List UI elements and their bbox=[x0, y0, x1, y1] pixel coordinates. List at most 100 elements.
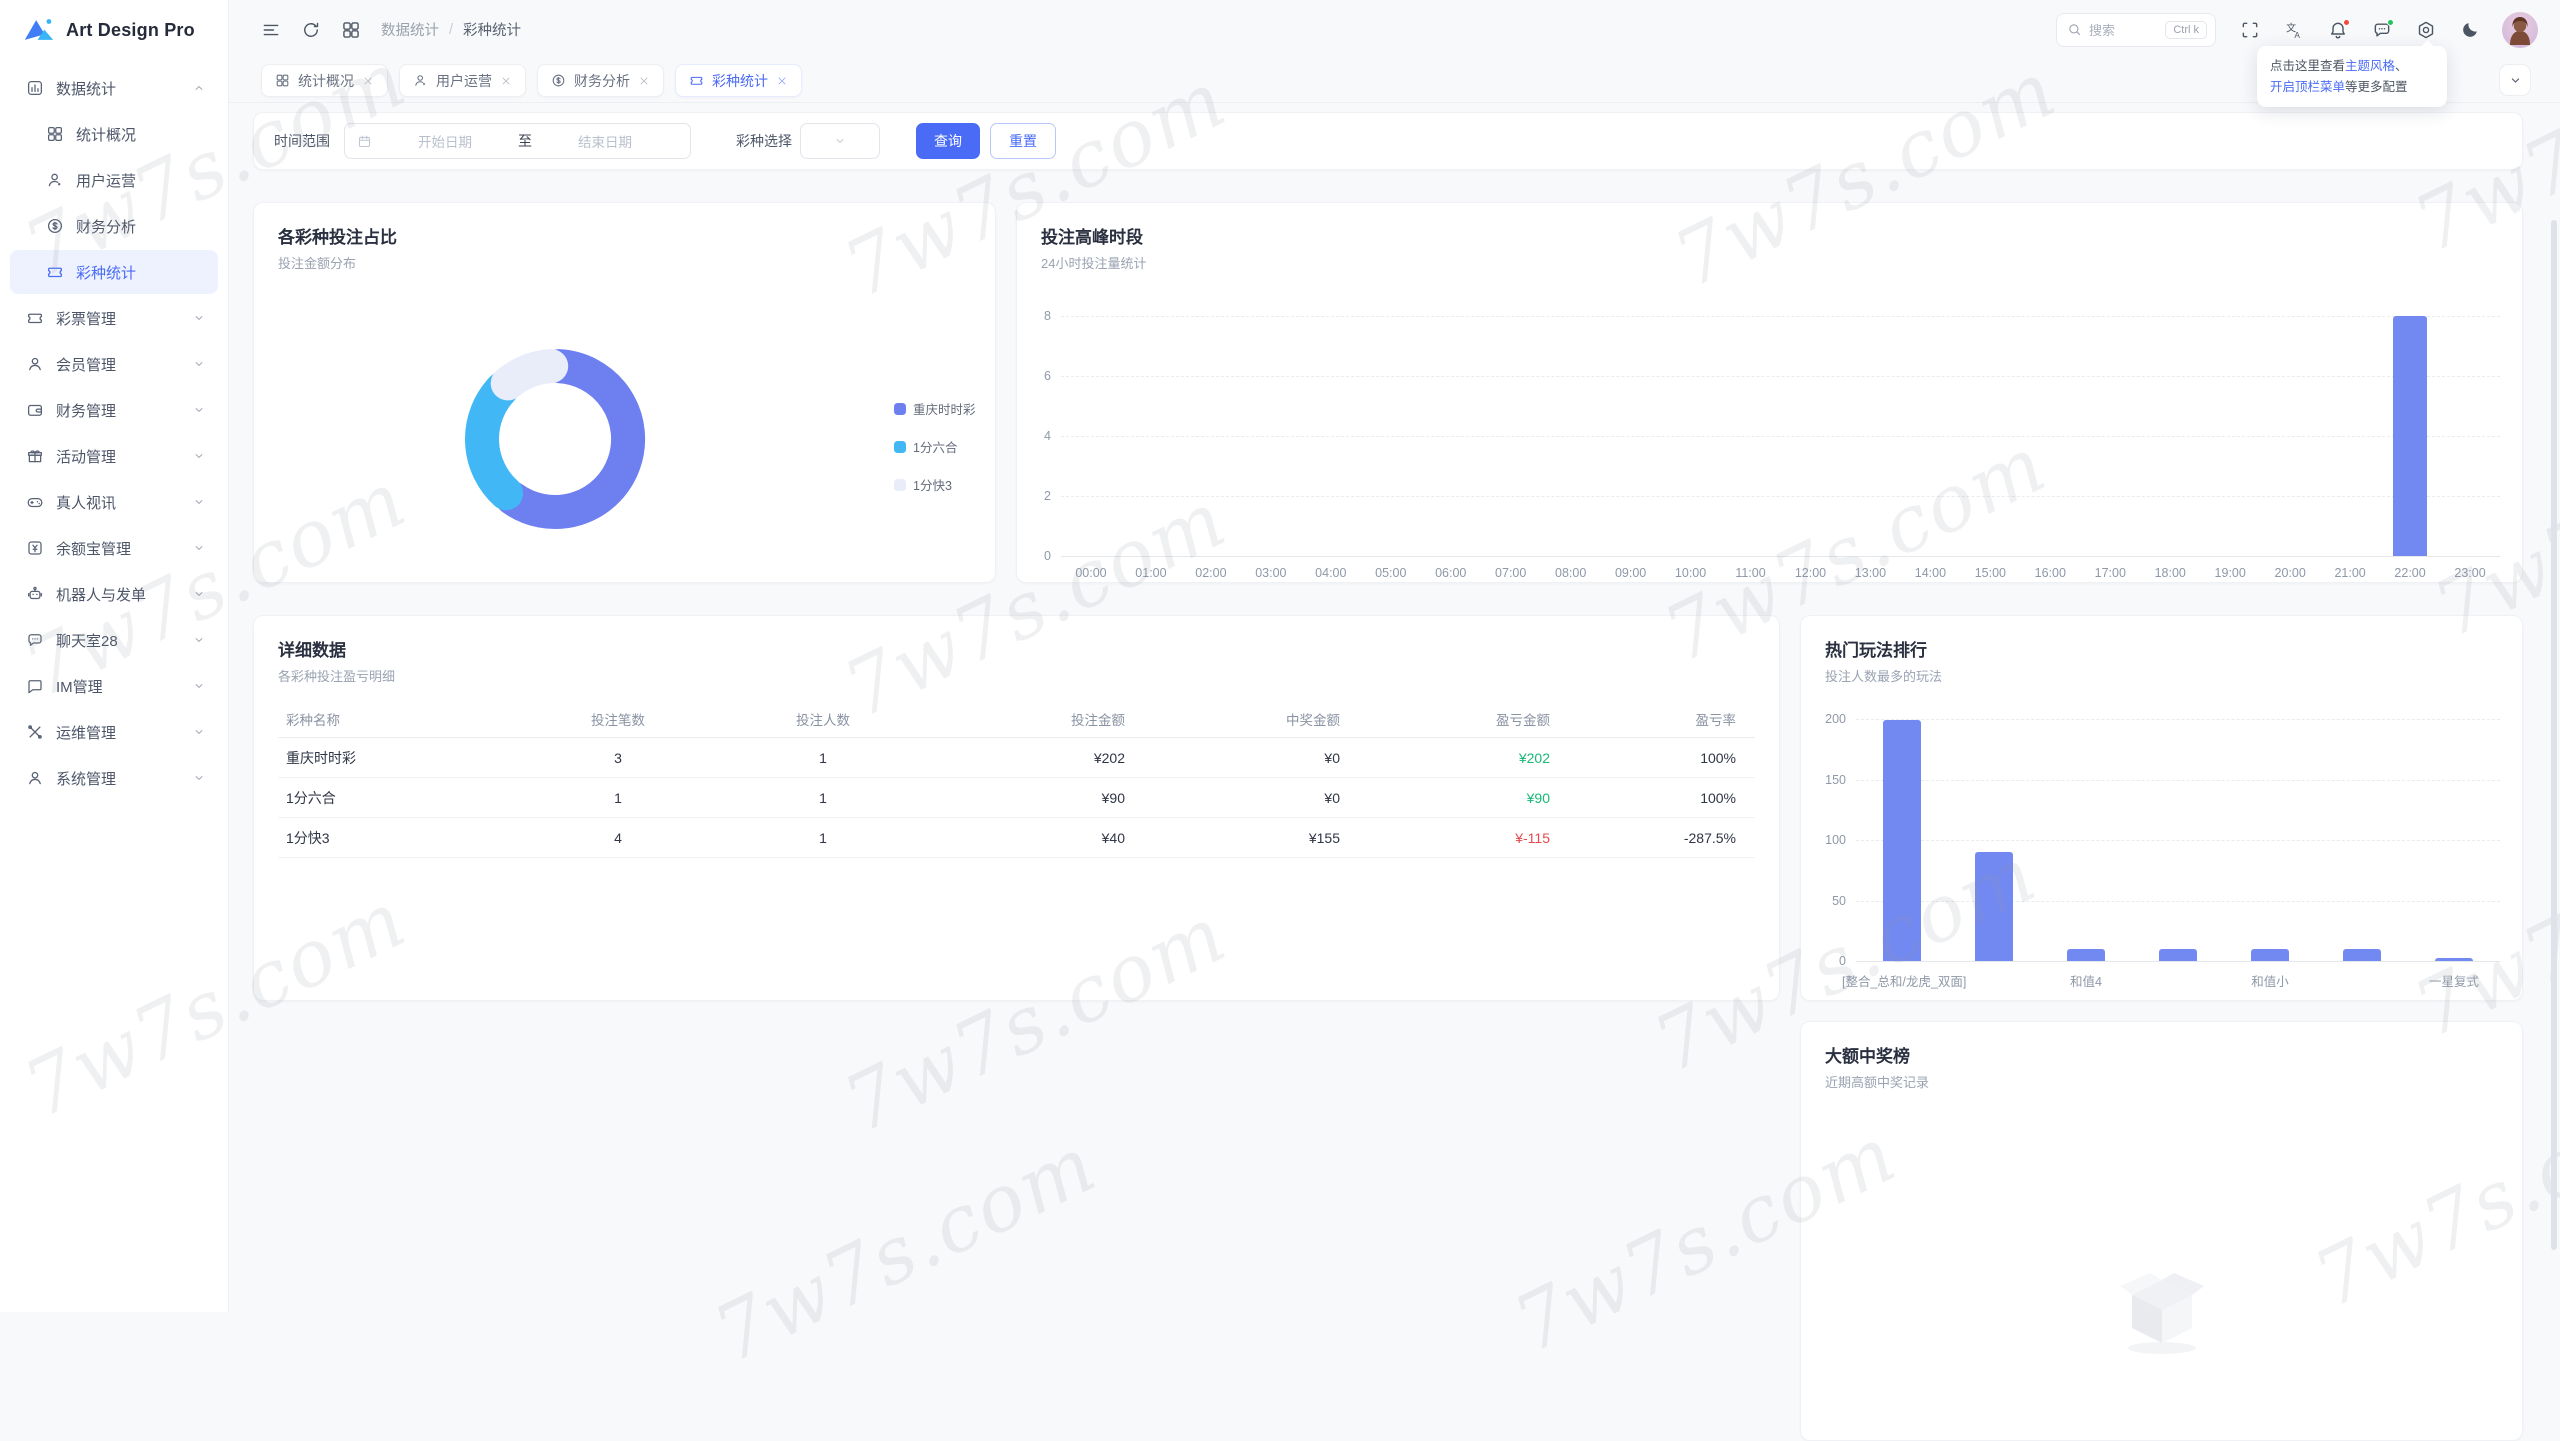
app-logo[interactable]: Art Design Pro bbox=[0, 0, 228, 60]
detail-table: 彩种名称 投注笔数 投注人数 投注金额 中奖金额 盈亏金额 盈亏率 重庆时时彩 … bbox=[278, 700, 1755, 858]
sidebar-item-lottery-stats[interactable]: 彩种统计 bbox=[10, 250, 218, 294]
cell-user-count: 1 bbox=[688, 790, 958, 806]
sidebar-item-user-operation[interactable]: 用户运营 bbox=[10, 158, 218, 202]
chevron-up-icon bbox=[192, 81, 206, 95]
translate-icon bbox=[2284, 20, 2304, 40]
y-axis-label: 0 bbox=[1810, 954, 1846, 968]
y-axis-label: 50 bbox=[1810, 894, 1846, 908]
header-actions: 搜索 Ctrl k bbox=[2056, 10, 2538, 50]
moon-icon bbox=[2460, 20, 2480, 40]
chat-dots-icon bbox=[26, 631, 44, 649]
sidebar-nav: 数据统计 统计概况 用户运营 财务分析 彩种统计 彩票管理 会员管理 bbox=[0, 60, 228, 808]
close-icon[interactable] bbox=[776, 75, 788, 87]
sidebar-item-robot-orders[interactable]: 机器人与发单 bbox=[10, 572, 218, 616]
wallet-icon bbox=[26, 401, 44, 419]
cell-win-amount: ¥0 bbox=[1133, 790, 1348, 806]
breadcrumb-parent[interactable]: 数据统计 bbox=[381, 19, 439, 40]
legend-item[interactable]: 1分快3 bbox=[894, 475, 976, 494]
tab-lottery-stats[interactable]: 彩种统计 bbox=[675, 64, 802, 97]
x-axis-label: 23:00 bbox=[2410, 566, 2530, 580]
tab-stats-overview[interactable]: 统计概况 bbox=[261, 64, 388, 97]
bar[interactable] bbox=[2435, 958, 2473, 961]
donut-segment bbox=[482, 389, 506, 494]
hot-plays-card: 热门玩法排行 投注人数最多的玩法 200150100500[整合_总和/龙虎_双… bbox=[1800, 615, 2523, 1001]
tab-finance-analysis[interactable]: 财务分析 bbox=[537, 64, 664, 97]
reset-button[interactable]: 重置 bbox=[990, 123, 1056, 159]
table-row: 重庆时时彩 3 1 ¥202 ¥0 ¥202 100% bbox=[278, 738, 1755, 778]
lottery-select[interactable] bbox=[800, 123, 880, 159]
card-subtitle: 近期高额中奖记录 bbox=[1825, 1072, 1929, 1091]
donut-segment bbox=[508, 366, 552, 383]
bar[interactable] bbox=[2343, 949, 2381, 961]
sidebar-item-live-video[interactable]: 真人视讯 bbox=[10, 480, 218, 524]
start-date-placeholder: 开始日期 bbox=[372, 131, 518, 151]
scrollbar[interactable] bbox=[2551, 220, 2557, 1250]
sidebar-item-yuebao-manage[interactable]: 余额宝管理 bbox=[10, 526, 218, 570]
x-axis-label: 和值小 bbox=[2210, 971, 2330, 990]
tab-options-button[interactable] bbox=[2499, 64, 2531, 96]
sidebar-item-finance-manage[interactable]: 财务管理 bbox=[10, 388, 218, 432]
column-header: 中奖金额 bbox=[1133, 709, 1348, 729]
bar[interactable] bbox=[1883, 720, 1921, 961]
refresh-button[interactable] bbox=[291, 10, 331, 50]
cell-bet-amount: ¥40 bbox=[958, 830, 1133, 846]
fullscreen-button[interactable] bbox=[2230, 10, 2270, 50]
sidebar-item-label: 余额宝管理 bbox=[56, 538, 131, 559]
cell-win-amount: ¥0 bbox=[1133, 750, 1348, 766]
sidebar-item-member-manage[interactable]: 会员管理 bbox=[10, 342, 218, 386]
sidebar-item-ops-manage[interactable]: 运维管理 bbox=[10, 710, 218, 754]
peak-hours-card: 投注高峰时段 24小时投注量统计 8642000:0001:0002:0003:… bbox=[1016, 202, 2523, 583]
bar[interactable] bbox=[2067, 949, 2105, 961]
y-axis-label: 4 bbox=[1015, 429, 1051, 443]
collapse-sidebar-button[interactable] bbox=[251, 10, 291, 50]
cell-user-count: 1 bbox=[688, 830, 958, 846]
chevron-down-icon bbox=[192, 403, 206, 417]
fullscreen-icon bbox=[2240, 20, 2260, 40]
bar[interactable] bbox=[1975, 852, 2013, 961]
date-range-input[interactable]: 开始日期 至 结束日期 bbox=[344, 123, 691, 159]
cell-lottery-name: 1分快3 bbox=[278, 828, 548, 848]
breadcrumb: 数据统计 / 彩种统计 bbox=[381, 19, 521, 40]
sidebar-item-chatroom28[interactable]: 聊天室28 bbox=[10, 618, 218, 662]
avatar[interactable] bbox=[2502, 12, 2538, 48]
donut-legend: 重庆时时彩 1分六合 1分快3 bbox=[894, 399, 976, 513]
sidebar-item-im-manage[interactable]: IM管理 bbox=[10, 664, 218, 708]
messages-button[interactable] bbox=[2362, 10, 2402, 50]
close-icon[interactable] bbox=[500, 75, 512, 87]
content: 时间范围 开始日期 至 结束日期 彩种选择 查询 重置 各彩种投注占比 投注金额… bbox=[229, 103, 2560, 1312]
notifications-button[interactable] bbox=[2318, 10, 2358, 50]
legend-item[interactable]: 重庆时时彩 bbox=[894, 399, 976, 418]
dark-mode-button[interactable] bbox=[2450, 10, 2490, 50]
bar[interactable] bbox=[2251, 949, 2289, 961]
bar[interactable] bbox=[2159, 949, 2197, 961]
sidebar-item-label: IM管理 bbox=[56, 676, 103, 697]
notification-badge bbox=[2343, 19, 2350, 26]
sidebar-item-system-manage[interactable]: 系统管理 bbox=[10, 756, 218, 800]
sidebar-item-data-stats[interactable]: 数据统计 bbox=[10, 66, 218, 110]
language-button[interactable] bbox=[2274, 10, 2314, 50]
tab-user-operation[interactable]: 用户运营 bbox=[399, 64, 526, 97]
chevron-down-icon bbox=[192, 357, 206, 371]
sidebar-item-lottery-manage[interactable]: 彩票管理 bbox=[10, 296, 218, 340]
search-shortcut-badge: Ctrl k bbox=[2165, 21, 2207, 39]
bar-chart-icon bbox=[26, 79, 44, 97]
quick-nav-button[interactable] bbox=[331, 10, 371, 50]
y-axis-label: 150 bbox=[1810, 773, 1846, 787]
sidebar-item-finance-analysis[interactable]: 财务分析 bbox=[10, 204, 218, 248]
top-menu-link[interactable]: 开启顶栏菜单 bbox=[2270, 80, 2345, 94]
gamepad-icon bbox=[26, 493, 44, 511]
close-icon[interactable] bbox=[362, 75, 374, 87]
sidebar-item-stats-overview[interactable]: 统计概况 bbox=[10, 112, 218, 156]
sidebar-item-label: 系统管理 bbox=[56, 768, 116, 789]
gridline bbox=[1061, 556, 2500, 557]
close-icon[interactable] bbox=[638, 75, 650, 87]
search-input[interactable]: 搜索 Ctrl k bbox=[2056, 13, 2216, 47]
query-button[interactable]: 查询 bbox=[916, 123, 980, 159]
chevron-down-icon bbox=[192, 771, 206, 785]
gridline bbox=[1856, 840, 2500, 841]
theme-style-link[interactable]: 主题风格 bbox=[2345, 59, 2395, 73]
sidebar-item-activity-manage[interactable]: 活动管理 bbox=[10, 434, 218, 478]
bar[interactable] bbox=[2393, 316, 2427, 556]
legend-item[interactable]: 1分六合 bbox=[894, 437, 976, 456]
dollar-circle-icon bbox=[46, 217, 64, 235]
